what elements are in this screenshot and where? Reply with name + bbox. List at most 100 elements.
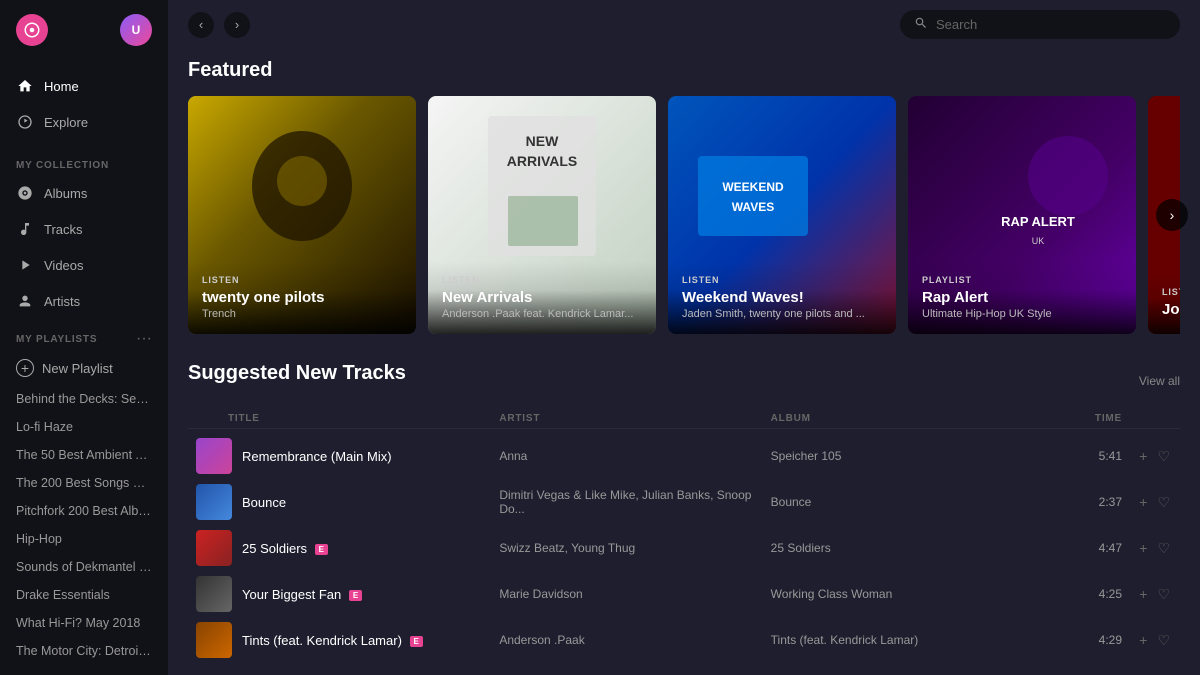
- sidebar-header: U: [0, 0, 168, 60]
- featured-card-overlay-3: LISTEN Weekend Waves! Jaden Smith, twent…: [668, 261, 896, 334]
- playlists-section: MY PLAYLISTS ··· + New Playlist Behind t…: [0, 319, 168, 665]
- svg-text:WEEKEND: WEEKEND: [722, 180, 784, 194]
- card-type-1: LISTEN: [202, 275, 402, 285]
- main-nav: Home Explore: [0, 60, 168, 148]
- sidebar-item-albums[interactable]: Albums: [0, 175, 168, 211]
- track-artist-5: Anderson .Paak: [499, 633, 770, 647]
- sidebar-item-explore[interactable]: Explore: [0, 104, 168, 140]
- top-bar: ‹ ›: [168, 0, 1200, 49]
- card-sub-1: Trench: [202, 308, 402, 320]
- table-row[interactable]: Remembrance (Main Mix) Anna Speicher 105…: [188, 433, 1180, 479]
- track-name-block-3: 25 Soldiers E: [242, 541, 328, 556]
- sidebar-videos-label: Videos: [44, 258, 84, 273]
- track-name-block-2: Bounce: [242, 495, 286, 510]
- like-button[interactable]: ♡: [1155, 584, 1172, 605]
- track-actions-2: + ♡: [1122, 492, 1172, 513]
- add-to-playlist-button[interactable]: +: [1137, 538, 1149, 558]
- table-row[interactable]: Bounce Dimitri Vegas & Like Mike, Julian…: [188, 479, 1180, 525]
- featured-card-overlay-4: PLAYLIST Rap Alert Ultimate Hip-Hop UK S…: [908, 261, 1136, 334]
- disc-icon: [16, 184, 34, 202]
- track-time-1: 5:41: [1042, 449, 1122, 463]
- track-album-5: Tints (feat. Kendrick Lamar): [771, 633, 1042, 647]
- like-button[interactable]: ♡: [1155, 492, 1172, 513]
- like-button[interactable]: ♡: [1155, 446, 1172, 467]
- add-to-playlist-button[interactable]: +: [1137, 630, 1149, 650]
- sidebar-artists-label: Artists: [44, 294, 80, 309]
- table-header-row: TITLE ARTIST ALBUM TIME: [188, 409, 1180, 429]
- sidebar-albums-label: Albums: [44, 186, 87, 201]
- list-item[interactable]: The 50 Best Ambient Albu...: [0, 441, 168, 469]
- playlists-menu-button[interactable]: ···: [136, 331, 152, 347]
- home-icon: [16, 77, 34, 95]
- search-bar: [900, 10, 1180, 39]
- like-button[interactable]: ♡: [1155, 538, 1172, 559]
- track-album-1: Speicher 105: [771, 449, 1042, 463]
- search-input[interactable]: [936, 17, 1166, 32]
- new-playlist-button[interactable]: + New Playlist: [0, 351, 168, 385]
- table-row[interactable]: Tints (feat. Kendrick Lamar) E Anderson …: [188, 617, 1180, 663]
- list-item[interactable]: Behind the Decks: Seth Tro...: [0, 385, 168, 413]
- tracks-section-title: Suggested New Tracks: [188, 362, 406, 385]
- track-thumb-2: [196, 484, 232, 520]
- explicit-badge-4: E: [349, 590, 362, 601]
- track-name-3: 25 Soldiers E: [242, 541, 328, 556]
- tracks-view-all[interactable]: View all: [1139, 374, 1180, 388]
- sidebar-item-videos[interactable]: Videos: [0, 247, 168, 283]
- sidebar-item-tracks[interactable]: Tracks: [0, 211, 168, 247]
- person-icon: [16, 292, 34, 310]
- list-item[interactable]: What Hi-Fi? May 2018: [0, 609, 168, 637]
- table-row[interactable]: Your Biggest Fan E Marie Davidson Workin…: [188, 571, 1180, 617]
- featured-title: Featured: [188, 59, 1180, 82]
- app-logo: [16, 14, 48, 46]
- card-title-5: John...: [1162, 301, 1180, 318]
- avatar[interactable]: U: [120, 14, 152, 46]
- add-to-playlist-button[interactable]: +: [1137, 492, 1149, 512]
- track-album-2: Bounce: [771, 495, 1042, 509]
- featured-card-2[interactable]: NEW ARRIVALS LISTEN New Arrivals Anderso…: [428, 96, 656, 334]
- add-to-playlist-button[interactable]: +: [1137, 584, 1149, 604]
- back-button[interactable]: ‹: [188, 12, 214, 38]
- svg-text:NEW: NEW: [526, 133, 559, 149]
- list-item[interactable]: Lo-fi Haze: [0, 413, 168, 441]
- track-thumb-5: [196, 622, 232, 658]
- sidebar: U Home Explore MY COLLECTION Albums: [0, 0, 168, 675]
- playlists-label: MY PLAYLISTS: [16, 334, 97, 345]
- featured-cards-row: LISTEN twenty one pilots Trench: [188, 96, 1180, 334]
- col-num: [196, 413, 228, 424]
- forward-button[interactable]: ›: [224, 12, 250, 38]
- playlists-header: MY PLAYLISTS ···: [0, 319, 168, 351]
- svg-text:ARRIVALS: ARRIVALS: [507, 153, 578, 169]
- list-item[interactable]: The Motor City: Detroit Hou...: [0, 637, 168, 665]
- svg-text:RAP ALERT: RAP ALERT: [1001, 214, 1075, 229]
- sidebar-item-artists[interactable]: Artists: [0, 283, 168, 319]
- like-button[interactable]: ♡: [1155, 630, 1172, 651]
- card-sub-2: Anderson .Paak feat. Kendrick Lamar...: [442, 308, 642, 320]
- explicit-badge-5: E: [410, 636, 423, 647]
- featured-carousel: LISTEN twenty one pilots Trench: [188, 96, 1180, 334]
- carousel-next-button[interactable]: ›: [1156, 199, 1188, 231]
- list-item[interactable]: Pitchfork 200 Best Album...: [0, 497, 168, 525]
- list-item[interactable]: The 200 Best Songs of the ...: [0, 469, 168, 497]
- card-title-1: twenty one pilots: [202, 289, 402, 306]
- track-album-4: Working Class Woman: [771, 587, 1042, 601]
- col-album: ALBUM: [771, 413, 1042, 424]
- track-actions-5: + ♡: [1122, 630, 1172, 651]
- list-item[interactable]: Drake Essentials: [0, 581, 168, 609]
- featured-card-3[interactable]: WEEKEND WAVES LISTEN Weekend Waves! Jade…: [668, 96, 896, 334]
- add-to-playlist-button[interactable]: +: [1137, 446, 1149, 466]
- track-info-3: 25 Soldiers E: [196, 530, 499, 566]
- sidebar-item-home[interactable]: Home: [0, 68, 168, 104]
- featured-card-1[interactable]: LISTEN twenty one pilots Trench: [188, 96, 416, 334]
- table-row[interactable]: 25 Soldiers E Swizz Beatz, Young Thug 25…: [188, 525, 1180, 571]
- list-item[interactable]: Hip-Hop: [0, 525, 168, 553]
- track-time-5: 4:29: [1042, 633, 1122, 647]
- featured-card-4[interactable]: RAP ALERT UK PLAYLIST Rap Alert Ultimate…: [908, 96, 1136, 334]
- sidebar-home-label: Home: [44, 79, 79, 94]
- col-title: TITLE: [228, 413, 499, 424]
- track-time-4: 4:25: [1042, 587, 1122, 601]
- track-thumb-3: [196, 530, 232, 566]
- list-item[interactable]: Sounds of Dekmantel Festi...: [0, 553, 168, 581]
- track-name-4: Your Biggest Fan E: [242, 587, 362, 602]
- col-actions: [1122, 413, 1172, 424]
- track-info-1: Remembrance (Main Mix): [196, 438, 499, 474]
